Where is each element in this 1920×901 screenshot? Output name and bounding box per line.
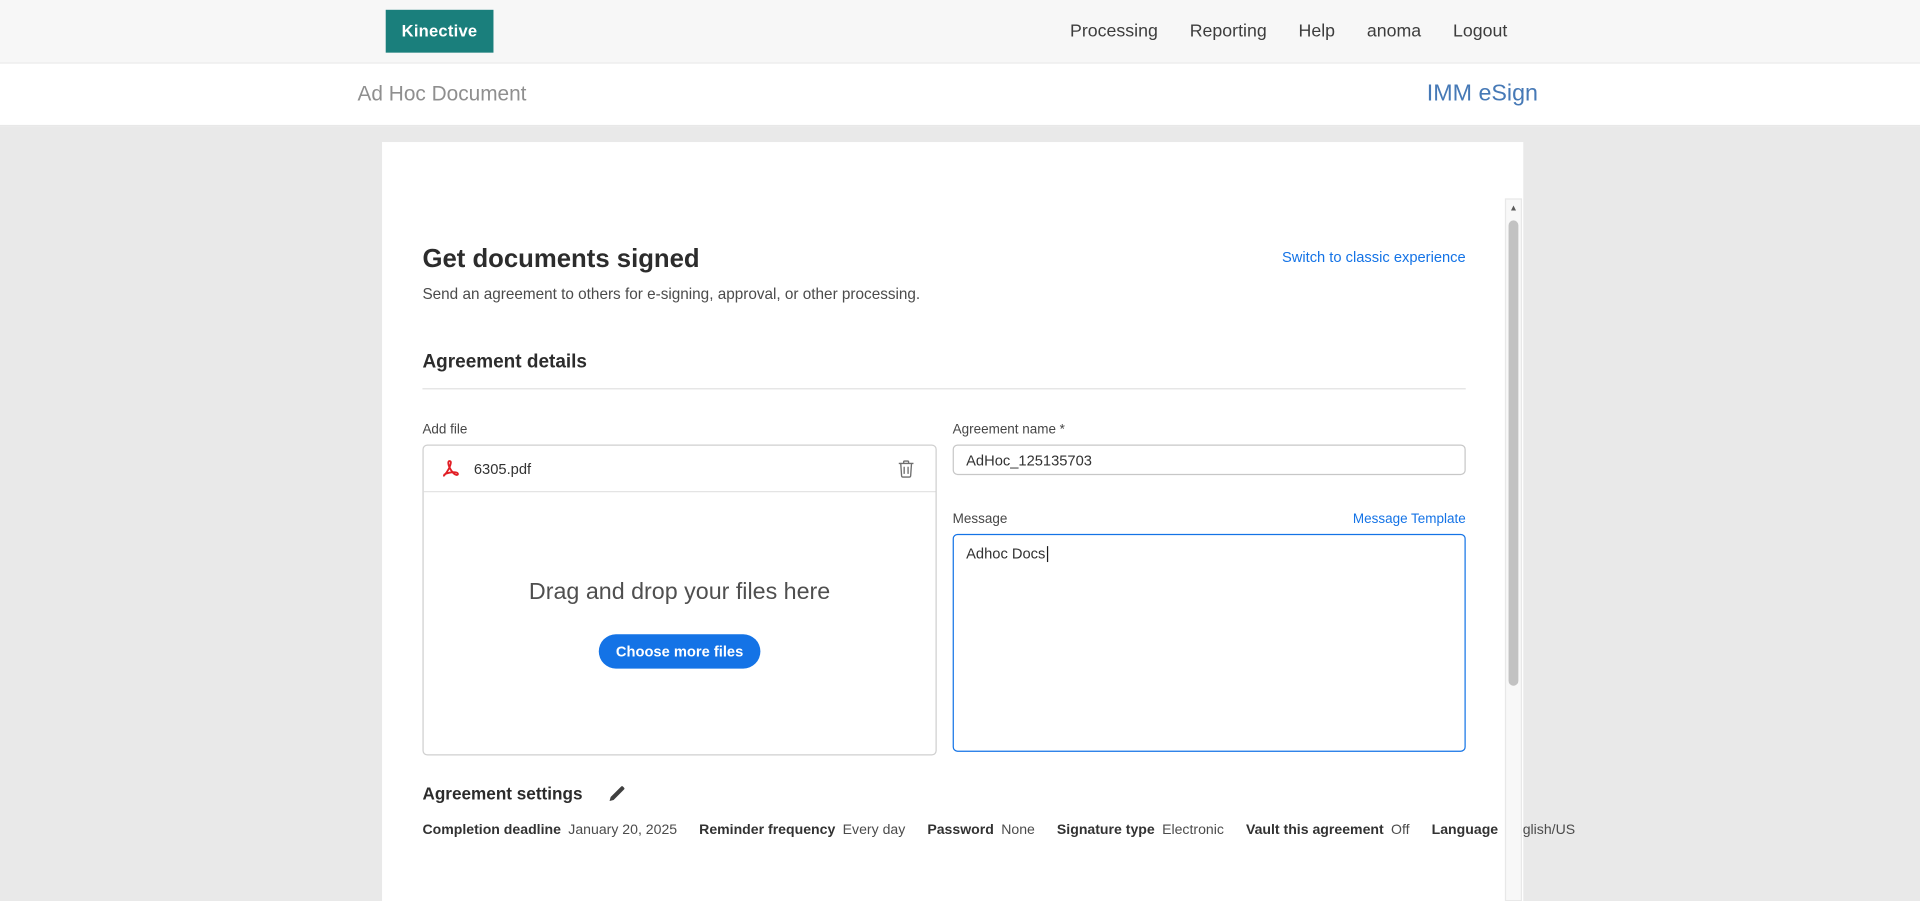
file-dropzone[interactable]: Drag and drop your files here Choose mor… xyxy=(424,492,936,754)
message-label: Message xyxy=(952,511,1008,527)
setting-label: Vault this agreement xyxy=(1245,822,1384,837)
text-cursor xyxy=(1046,546,1048,563)
required-asterisk: * xyxy=(1059,422,1065,438)
setting-value: None xyxy=(1001,822,1035,837)
imm-esign-brand: IMM eSign xyxy=(1426,80,1538,107)
page-title: Ad Hoc Document xyxy=(357,82,527,106)
setting-label: Completion deadline xyxy=(422,822,561,837)
pdf-file-icon xyxy=(442,459,463,477)
file-row: 6305.pdf xyxy=(423,446,936,493)
message-template-link[interactable]: Message Template xyxy=(1353,512,1466,527)
top-nav: Processing Reporting Help anoma Logout xyxy=(1070,21,1507,41)
agreement-settings-title: Agreement settings xyxy=(422,783,583,804)
setting-label: Password xyxy=(927,822,994,837)
setting-label: Language xyxy=(1431,822,1499,837)
agreement-name-input[interactable] xyxy=(952,444,1466,476)
choose-more-files-button[interactable]: Choose more files xyxy=(598,633,761,668)
nav-item-help[interactable]: Help xyxy=(1299,21,1336,41)
page-header: Ad Hoc Document IMM eSign xyxy=(0,63,1920,127)
add-file-label: Add file xyxy=(422,422,468,438)
main-content: Get documents signed Switch to classic e… xyxy=(0,126,1920,901)
card-heading: Get documents signed xyxy=(422,244,700,274)
trash-icon xyxy=(898,459,915,479)
scroll-up-arrow-icon[interactable]: ▲ xyxy=(1506,200,1521,215)
edit-settings-button[interactable] xyxy=(606,782,628,804)
message-textarea[interactable]: Adhoc Docs xyxy=(952,533,1466,752)
dropzone-text: Drag and drop your files here xyxy=(528,578,831,605)
top-bar: Kinective Processing Reporting Help anom… xyxy=(0,0,1920,64)
send-agreement-card: Get documents signed Switch to classic e… xyxy=(382,142,1575,901)
file-panel: 6305.pdf Drag and drop your files here C… xyxy=(422,444,937,756)
setting-value: Every day xyxy=(842,822,906,837)
scrollbar-thumb[interactable] xyxy=(1508,220,1519,686)
agreement-name-label: Agreement name xyxy=(952,422,1056,438)
setting-value: January 20, 2025 xyxy=(568,822,678,837)
file-name: 6305.pdf xyxy=(473,459,532,477)
setting-label: Signature type xyxy=(1056,822,1155,837)
message-text: Adhoc Docs xyxy=(966,544,1046,563)
agreement-settings-summary: Completion deadline January 20, 2025 Rem… xyxy=(422,822,1575,838)
app-root: Kinective Processing Reporting Help anom… xyxy=(0,0,1920,901)
switch-to-classic-link[interactable]: Switch to classic experience xyxy=(1282,249,1466,266)
kinective-logo[interactable]: Kinective xyxy=(385,9,494,53)
nav-item-processing[interactable]: Processing xyxy=(1070,21,1158,41)
pencil-icon xyxy=(608,785,625,802)
card-subtitle: Send an agreement to others for e-signin… xyxy=(422,285,921,303)
nav-item-logout[interactable]: Logout xyxy=(1453,21,1507,41)
vertical-scrollbar[interactable]: ▲ xyxy=(1504,198,1523,901)
setting-value: Off xyxy=(1391,822,1410,837)
delete-file-button[interactable] xyxy=(895,456,917,480)
nav-item-reporting[interactable]: Reporting xyxy=(1190,21,1267,41)
agreement-details-section-title: Agreement details xyxy=(422,351,1466,390)
nav-item-username[interactable]: anoma xyxy=(1367,21,1421,41)
setting-label: Reminder frequency xyxy=(699,822,836,837)
setting-value: Electronic xyxy=(1162,822,1224,837)
